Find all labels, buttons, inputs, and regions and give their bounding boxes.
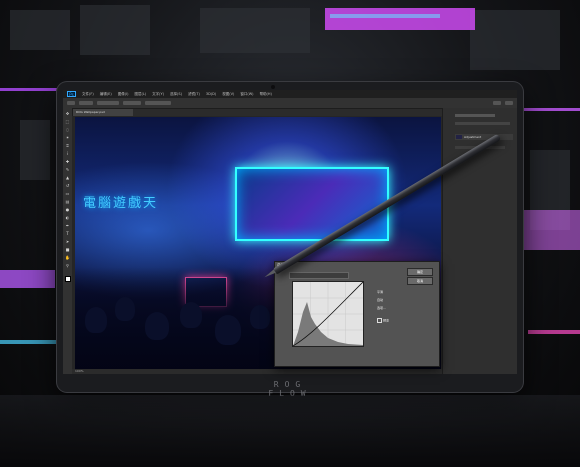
tool-preset-picker[interactable]	[79, 101, 93, 105]
menu-item-layer[interactable]: 图层(L)	[134, 92, 146, 97]
zoom-icon[interactable]: ⚲	[65, 264, 70, 268]
crowd-head	[180, 302, 202, 328]
auto-option-label: 自动	[377, 298, 384, 302]
home-icon[interactable]	[67, 101, 75, 105]
menu-item-edit[interactable]: 编辑(E)	[100, 92, 112, 97]
brush-icon[interactable]: ✎	[65, 168, 70, 172]
crowd-head	[215, 315, 241, 345]
menu-item-window[interactable]: 窗口(W)	[240, 92, 253, 97]
document-tab[interactable]: ROG Wallpaper.psd	[73, 109, 133, 116]
neon-billboard	[235, 167, 389, 241]
crowd-head	[115, 297, 135, 321]
eraser-icon[interactable]: ▭	[65, 192, 70, 196]
neon-sign-text: 電腦遊戲天	[83, 196, 159, 211]
history-brush-icon[interactable]: ↺	[65, 184, 70, 188]
shape-icon[interactable]: ■	[65, 248, 70, 252]
foreground-color-swatch[interactable]	[65, 276, 71, 282]
menu-item-view[interactable]: 视图(V)	[222, 92, 234, 97]
menu-bar: Ps 文件(F) 编辑(E) 图像(I) 图层(L) 文字(Y) 选择(S) 滤…	[63, 90, 517, 98]
hand-icon[interactable]: ✋	[65, 256, 70, 260]
layer-name: Adjustment	[464, 135, 482, 139]
preview-checkbox[interactable]: 预览	[377, 318, 389, 323]
menu-item-image[interactable]: 图像(I)	[118, 92, 129, 97]
smooth-option[interactable]: 平滑	[377, 290, 383, 294]
auto-option[interactable]: 自动	[377, 298, 383, 302]
stamp-icon[interactable]: ▲	[65, 176, 70, 180]
curves-graph[interactable]	[292, 281, 364, 347]
menu-item-type[interactable]: 文字(Y)	[152, 92, 164, 97]
eyedropper-icon[interactable]: ⅰ	[65, 152, 70, 156]
option-control[interactable]	[145, 101, 171, 105]
menu-item-help[interactable]: 帮助(H)	[260, 92, 272, 97]
blur-icon[interactable]: ●	[65, 208, 70, 212]
floor-reflection	[0, 395, 580, 467]
camera-dot	[271, 85, 275, 89]
path-select-icon[interactable]: ➤	[65, 240, 70, 244]
photoshop-app-icon: Ps	[67, 91, 76, 97]
search-icon[interactable]	[493, 101, 501, 105]
layer-row[interactable]: Adjustment	[455, 134, 513, 140]
marquee-icon[interactable]: ⬚	[65, 120, 70, 124]
menu-item-select[interactable]: 选择(S)	[170, 92, 182, 97]
cancel-button[interactable]: 取消	[407, 277, 433, 285]
checkbox-icon	[377, 318, 382, 323]
crop-icon[interactable]: ⌗	[65, 144, 70, 148]
layer-thumbnail	[456, 135, 462, 139]
crowd-head	[145, 312, 169, 340]
option-control[interactable]	[97, 101, 119, 105]
ok-button[interactable]: 确定	[407, 268, 433, 276]
curves-dialog[interactable]: 曲线 确定 取消 平滑 自动 选项... 预览	[274, 261, 440, 367]
panel-header	[455, 122, 510, 125]
menu-item-3d[interactable]: 3D(D)	[206, 92, 216, 96]
crowd-head	[85, 307, 107, 333]
pen-icon[interactable]: ✒	[65, 224, 70, 228]
preview-label: 预览	[383, 318, 390, 323]
lasso-icon[interactable]: ◌	[65, 128, 70, 132]
curves-histogram	[292, 281, 364, 347]
curves-preset-select[interactable]	[289, 272, 349, 279]
move-icon[interactable]: ✥	[65, 112, 70, 116]
option-control[interactable]	[123, 101, 141, 105]
gradient-icon[interactable]: ▤	[65, 200, 70, 204]
status-bar: 100%	[72, 369, 442, 374]
options-option[interactable]: 选项...	[377, 306, 386, 310]
magic-wand-icon[interactable]: ✶	[65, 136, 70, 140]
share-icon[interactable]	[505, 101, 513, 105]
menu-item-filter[interactable]: 滤镜(T)	[188, 92, 200, 97]
panel-tab-row[interactable]	[455, 114, 495, 117]
dodge-icon[interactable]: ◐	[65, 216, 70, 220]
text-icon[interactable]: T	[65, 232, 70, 236]
smooth-option-label: 平滑	[377, 290, 384, 294]
crowd-head	[250, 305, 270, 329]
menu-item-file[interactable]: 文件(F)	[82, 92, 94, 97]
healing-icon[interactable]: ✚	[65, 160, 70, 164]
options-option-label: 选项...	[377, 306, 386, 310]
